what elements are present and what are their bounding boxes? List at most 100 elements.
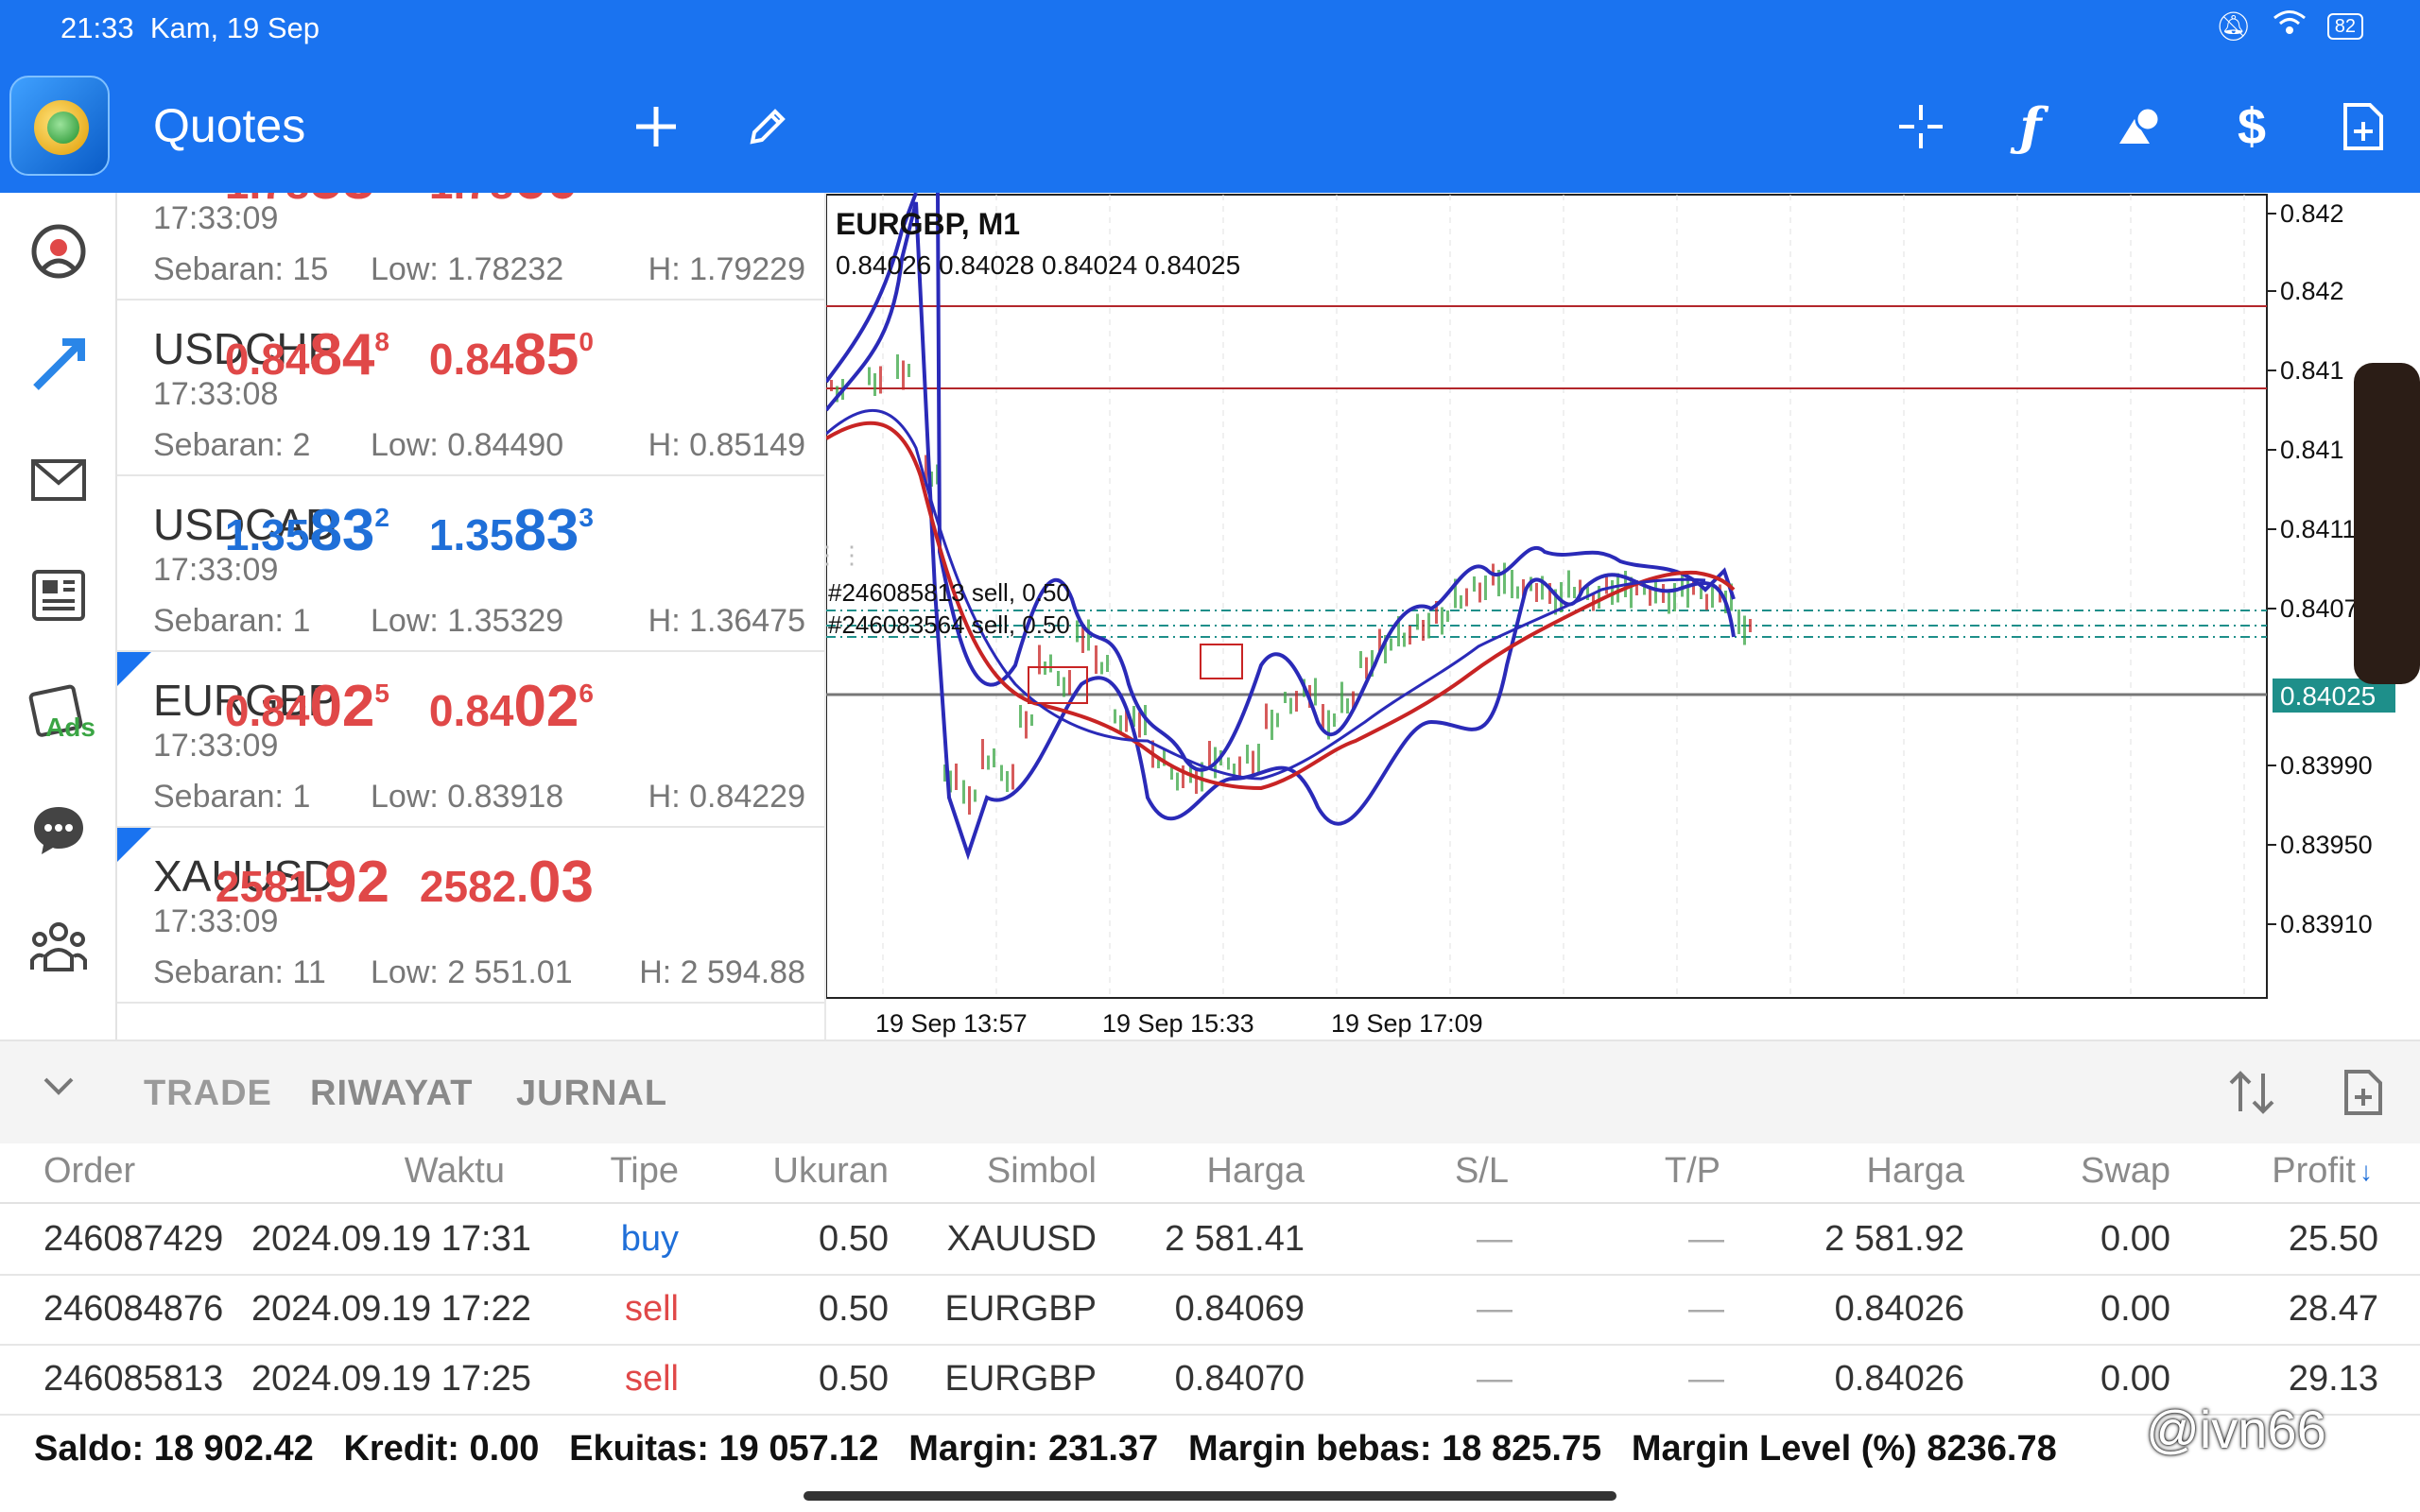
candle bbox=[1182, 765, 1184, 788]
dollar-swap-icon[interactable]: $ bbox=[2218, 93, 2286, 161]
new-order-icon[interactable] bbox=[2342, 1068, 2384, 1122]
candle bbox=[1346, 698, 1349, 713]
candle bbox=[1025, 711, 1028, 739]
cell-profit: 28.47 bbox=[2288, 1289, 2378, 1329]
column-header[interactable]: T/P bbox=[1665, 1151, 1720, 1192]
quotes-list: EURNZD17:33:09Sebaran: 15Low: 1.78232H: … bbox=[117, 193, 826, 1040]
column-header[interactable]: Profit bbox=[2272, 1151, 2356, 1192]
wifi-icon bbox=[2273, 9, 2307, 43]
price-part: 02 bbox=[309, 674, 375, 739]
candle bbox=[1668, 590, 1670, 614]
community-icon[interactable] bbox=[19, 907, 98, 987]
column-header[interactable]: Harga bbox=[1207, 1151, 1305, 1192]
price-chart[interactable]: EURGBP, M1 0.84026 0.84028 0.84024 0.840… bbox=[815, 192, 2420, 1040]
quote-row[interactable]: USDCAD 17:33:09 Sebaran: 1 Low: 1.35329 H: 1… bbox=[117, 476, 824, 652]
candle bbox=[1257, 744, 1260, 772]
function-icon[interactable]: ƒ bbox=[1996, 93, 2065, 161]
quote-ask-price[interactable]: 0.84850 bbox=[367, 321, 594, 388]
candle bbox=[908, 364, 910, 377]
column-header[interactable]: Waktu bbox=[405, 1151, 505, 1192]
candle bbox=[1422, 620, 1425, 641]
quote-bid-price[interactable]: 1.78589 bbox=[163, 193, 389, 213]
column-header[interactable]: S/L bbox=[1455, 1151, 1509, 1192]
column-header[interactable]: Order bbox=[43, 1151, 135, 1192]
quote-row[interactable]: XAUUSD 17:33:09 Sebaran: 11 Low: 2 551.01 H:… bbox=[117, 828, 824, 1004]
quote-bid-price[interactable]: 2581.92 bbox=[163, 849, 389, 916]
cell-type: buy bbox=[620, 1219, 679, 1259]
ads-calendar-icon[interactable]: Ads bbox=[19, 671, 98, 750]
chart-nav-icon[interactable] bbox=[19, 325, 98, 404]
pencil-icon[interactable] bbox=[734, 93, 802, 161]
chart-panel[interactable]: EURGBP, M1 0.84026 0.84028 0.84024 0.840… bbox=[815, 192, 2420, 1040]
tab-jurnal[interactable]: JURNAL bbox=[516, 1074, 667, 1114]
new-document-icon[interactable] bbox=[2329, 93, 2397, 161]
candle bbox=[1295, 691, 1298, 712]
sort-icon[interactable] bbox=[2227, 1070, 2276, 1120]
column-header[interactable]: Tipe bbox=[610, 1151, 679, 1192]
price-part: 2581. bbox=[215, 862, 325, 911]
quote-ask-price[interactable]: 2582.03 bbox=[367, 849, 594, 916]
price-part: 0 bbox=[579, 327, 594, 356]
quote-ask-price[interactable]: 0.84026 bbox=[367, 673, 594, 740]
candle bbox=[1030, 714, 1033, 726]
quotes-nav-icon[interactable] bbox=[19, 212, 98, 291]
quote-ask-price[interactable]: 1.78604 bbox=[367, 193, 594, 213]
table-row[interactable]: 246087429 2024.09.19 17:31 buy 0.50 XAUUSD 2 … bbox=[0, 1206, 2420, 1276]
candle bbox=[1252, 750, 1254, 775]
candle bbox=[1649, 589, 1651, 606]
candle bbox=[1087, 619, 1090, 651]
mail-icon[interactable] bbox=[19, 440, 98, 520]
candle bbox=[1011, 764, 1014, 790]
quote-spread: Sebaran: 15 bbox=[153, 251, 329, 287]
quote-row[interactable]: EURNZD17:33:09Sebaran: 15Low: 1.78232H: … bbox=[117, 193, 824, 301]
plus-icon[interactable] bbox=[622, 93, 690, 161]
quote-row[interactable]: EURGBP 17:33:09 Sebaran: 1 Low: 0.83918 H: 0… bbox=[117, 652, 824, 828]
candle bbox=[968, 786, 971, 815]
column-header[interactable]: Swap bbox=[2081, 1151, 2170, 1192]
quote-spread: Sebaran: 1 bbox=[153, 603, 311, 639]
candle bbox=[1465, 588, 1468, 607]
column-header[interactable]: Ukuran bbox=[773, 1151, 890, 1192]
chart-symbol-title: EURGBP, M1 bbox=[836, 207, 1020, 241]
candle bbox=[1081, 627, 1084, 653]
tab-trade[interactable]: TRADE bbox=[144, 1074, 272, 1114]
home-indicator[interactable] bbox=[804, 1491, 1616, 1501]
margin-level-value: 8236.78 bbox=[1927, 1429, 2057, 1469]
candle bbox=[1333, 713, 1336, 727]
price-part: 60 bbox=[513, 193, 579, 212]
candle bbox=[1662, 584, 1665, 603]
news-icon[interactable] bbox=[19, 556, 98, 635]
quote-high: H: 1.79229 bbox=[648, 251, 805, 287]
quote-row[interactable]: USDCHF 17:33:08 Sebaran: 2 Low: 0.84490 H: 0… bbox=[117, 301, 824, 476]
candle bbox=[1322, 704, 1324, 729]
quote-high: H: 0.84229 bbox=[648, 779, 805, 815]
quote-bid-price[interactable]: 0.84848 bbox=[163, 321, 389, 388]
chat-icon[interactable] bbox=[19, 790, 98, 869]
column-header[interactable]: Simbol bbox=[987, 1151, 1097, 1192]
shapes-icon[interactable] bbox=[2106, 93, 2174, 161]
quote-bid-price[interactable]: 1.35832 bbox=[163, 497, 389, 564]
cell-symbol: XAUUSD bbox=[946, 1219, 1097, 1259]
candle bbox=[1176, 772, 1179, 791]
cell-time: 2024.09.19 17:22 bbox=[251, 1289, 531, 1329]
credit-value: 0.00 bbox=[469, 1429, 540, 1469]
candle bbox=[955, 764, 958, 790]
price-axis-label: 0.841 bbox=[2280, 436, 2344, 464]
table-row[interactable]: 246085813 2024.09.19 17:25 sell 0.50 EURGBP 0… bbox=[0, 1346, 2420, 1416]
quote-spread: Sebaran: 11 bbox=[153, 954, 326, 990]
page-title: Quotes bbox=[153, 99, 306, 152]
price-part: 1.78 bbox=[429, 193, 514, 208]
cell-size: 0.50 bbox=[819, 1219, 889, 1259]
quote-bid-price[interactable]: 0.84025 bbox=[163, 673, 389, 740]
app-logo-icon[interactable] bbox=[9, 76, 110, 176]
column-header[interactable]: Harga bbox=[1867, 1151, 1965, 1192]
crosshair-icon[interactable] bbox=[1887, 93, 1955, 161]
tab-riwayat[interactable]: RIWAYAT bbox=[310, 1074, 473, 1114]
quote-ask-price[interactable]: 1.35833 bbox=[367, 497, 594, 564]
trade-panel: TRADE RIWAYAT JURNAL Order Waktu Tipe Ukura… bbox=[0, 1040, 2420, 1512]
cell-type: sell bbox=[624, 1289, 679, 1329]
candle bbox=[1446, 610, 1449, 622]
chevron-down-icon[interactable] bbox=[42, 1075, 76, 1103]
table-row[interactable]: 246084876 2024.09.19 17:22 sell 0.50 EURGBP 0… bbox=[0, 1276, 2420, 1346]
drag-handle-icon[interactable]: ⋮⋮ bbox=[815, 541, 864, 569]
